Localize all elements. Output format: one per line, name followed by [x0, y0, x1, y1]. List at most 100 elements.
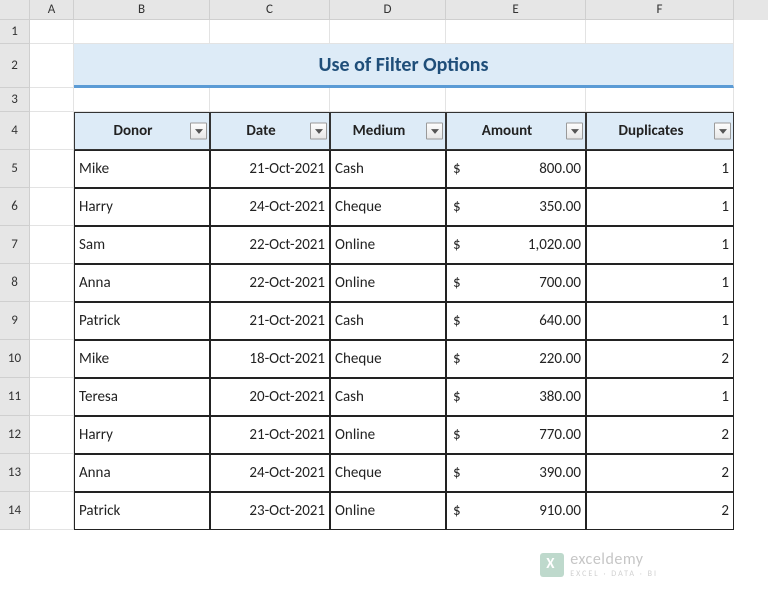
table-header-date[interactable]: Date — [210, 112, 330, 150]
col-header-C[interactable]: C — [210, 0, 330, 20]
blank-cell[interactable] — [30, 188, 74, 226]
row-header-1[interactable]: 1 — [0, 20, 30, 44]
table-cell-medium[interactable]: Cheque — [330, 340, 446, 378]
table-cell-medium[interactable]: Cash — [330, 150, 446, 188]
blank-cell[interactable] — [30, 416, 74, 454]
table-cell-date[interactable]: 24-Oct-2021 — [210, 188, 330, 226]
table-cell-donor[interactable]: Mike — [74, 150, 210, 188]
table-cell-donor[interactable]: Harry — [74, 188, 210, 226]
blank-cell[interactable] — [30, 20, 74, 44]
blank-cell[interactable] — [30, 264, 74, 302]
table-cell-date[interactable]: 22-Oct-2021 — [210, 264, 330, 302]
row-header-3[interactable]: 3 — [0, 88, 30, 112]
blank-cell[interactable] — [446, 88, 586, 112]
blank-cell[interactable] — [30, 44, 74, 88]
table-cell-medium[interactable]: Cash — [330, 378, 446, 416]
table-cell-amount[interactable]: $700.00 — [446, 264, 586, 302]
table-cell-duplicates[interactable]: 2 — [586, 340, 734, 378]
table-cell-donor[interactable]: Harry — [74, 416, 210, 454]
blank-cell[interactable] — [210, 20, 330, 44]
table-cell-duplicates[interactable]: 1 — [586, 378, 734, 416]
table-cell-medium[interactable]: Cheque — [330, 454, 446, 492]
table-cell-date[interactable]: 21-Oct-2021 — [210, 302, 330, 340]
row-header-14[interactable]: 14 — [0, 492, 30, 530]
table-cell-date[interactable]: 24-Oct-2021 — [210, 454, 330, 492]
row-header-7[interactable]: 7 — [0, 226, 30, 264]
row-header-10[interactable]: 10 — [0, 340, 30, 378]
blank-cell[interactable] — [330, 20, 446, 44]
table-cell-date[interactable]: 23-Oct-2021 — [210, 492, 330, 530]
filter-dropdown-icon[interactable] — [310, 123, 327, 140]
table-cell-date[interactable]: 22-Oct-2021 — [210, 226, 330, 264]
blank-cell[interactable] — [74, 20, 210, 44]
blank-cell[interactable] — [586, 88, 734, 112]
table-cell-amount[interactable]: $770.00 — [446, 416, 586, 454]
table-cell-donor[interactable]: Patrick — [74, 302, 210, 340]
table-cell-amount[interactable]: $380.00 — [446, 378, 586, 416]
table-cell-medium[interactable]: Online — [330, 226, 446, 264]
table-cell-donor[interactable]: Teresa — [74, 378, 210, 416]
table-cell-duplicates[interactable]: 1 — [586, 150, 734, 188]
table-cell-date[interactable]: 20-Oct-2021 — [210, 378, 330, 416]
blank-cell[interactable] — [30, 88, 74, 112]
table-cell-medium[interactable]: Online — [330, 416, 446, 454]
row-header-12[interactable]: 12 — [0, 416, 30, 454]
table-cell-amount[interactable]: $390.00 — [446, 454, 586, 492]
row-header-9[interactable]: 9 — [0, 302, 30, 340]
table-cell-medium[interactable]: Online — [330, 492, 446, 530]
table-cell-duplicates[interactable]: 1 — [586, 226, 734, 264]
blank-cell[interactable] — [210, 88, 330, 112]
blank-cell[interactable] — [30, 112, 74, 150]
table-cell-amount[interactable]: $640.00 — [446, 302, 586, 340]
table-cell-duplicates[interactable]: 1 — [586, 188, 734, 226]
blank-cell[interactable] — [74, 88, 210, 112]
filter-dropdown-icon[interactable] — [714, 123, 731, 140]
blank-cell[interactable] — [30, 378, 74, 416]
table-cell-duplicates[interactable]: 1 — [586, 264, 734, 302]
row-header-11[interactable]: 11 — [0, 378, 30, 416]
table-cell-medium[interactable]: Cash — [330, 302, 446, 340]
row-header-5[interactable]: 5 — [0, 150, 30, 188]
row-header-8[interactable]: 8 — [0, 264, 30, 302]
row-header-13[interactable]: 13 — [0, 454, 30, 492]
filter-dropdown-icon[interactable] — [426, 123, 443, 140]
table-cell-amount[interactable]: $800.00 — [446, 150, 586, 188]
table-header-donor[interactable]: Donor — [74, 112, 210, 150]
col-header-D[interactable]: D — [330, 0, 446, 20]
blank-cell[interactable] — [446, 20, 586, 44]
table-cell-duplicates[interactable]: 1 — [586, 302, 734, 340]
filter-dropdown-icon[interactable] — [190, 123, 207, 140]
table-cell-amount[interactable]: $350.00 — [446, 188, 586, 226]
col-header-E[interactable]: E — [446, 0, 586, 20]
col-header-F[interactable]: F — [586, 0, 734, 20]
blank-cell[interactable] — [30, 454, 74, 492]
table-cell-donor[interactable]: Sam — [74, 226, 210, 264]
row-header-6[interactable]: 6 — [0, 188, 30, 226]
table-header-amount[interactable]: Amount — [446, 112, 586, 150]
table-cell-donor[interactable]: Anna — [74, 454, 210, 492]
table-cell-donor[interactable]: Mike — [74, 340, 210, 378]
blank-cell[interactable] — [586, 20, 734, 44]
table-cell-date[interactable]: 21-Oct-2021 — [210, 150, 330, 188]
table-cell-medium[interactable]: Cheque — [330, 188, 446, 226]
table-header-duplicates[interactable]: Duplicates — [586, 112, 734, 150]
col-header-B[interactable]: B — [74, 0, 210, 20]
blank-cell[interactable] — [30, 226, 74, 264]
filter-dropdown-icon[interactable] — [566, 123, 583, 140]
blank-cell[interactable] — [330, 88, 446, 112]
table-cell-amount[interactable]: $910.00 — [446, 492, 586, 530]
blank-cell[interactable] — [30, 150, 74, 188]
table-cell-date[interactable]: 18-Oct-2021 — [210, 340, 330, 378]
table-cell-amount[interactable]: $220.00 — [446, 340, 586, 378]
select-all-corner[interactable] — [0, 0, 30, 20]
table-cell-donor[interactable]: Patrick — [74, 492, 210, 530]
row-header-4[interactable]: 4 — [0, 112, 30, 150]
table-cell-donor[interactable]: Anna — [74, 264, 210, 302]
table-cell-duplicates[interactable]: 2 — [586, 492, 734, 530]
table-cell-amount[interactable]: $1,020.00 — [446, 226, 586, 264]
blank-cell[interactable] — [30, 492, 74, 530]
table-cell-medium[interactable]: Online — [330, 264, 446, 302]
col-header-A[interactable]: A — [30, 0, 74, 20]
blank-cell[interactable] — [30, 340, 74, 378]
table-cell-duplicates[interactable]: 2 — [586, 454, 734, 492]
